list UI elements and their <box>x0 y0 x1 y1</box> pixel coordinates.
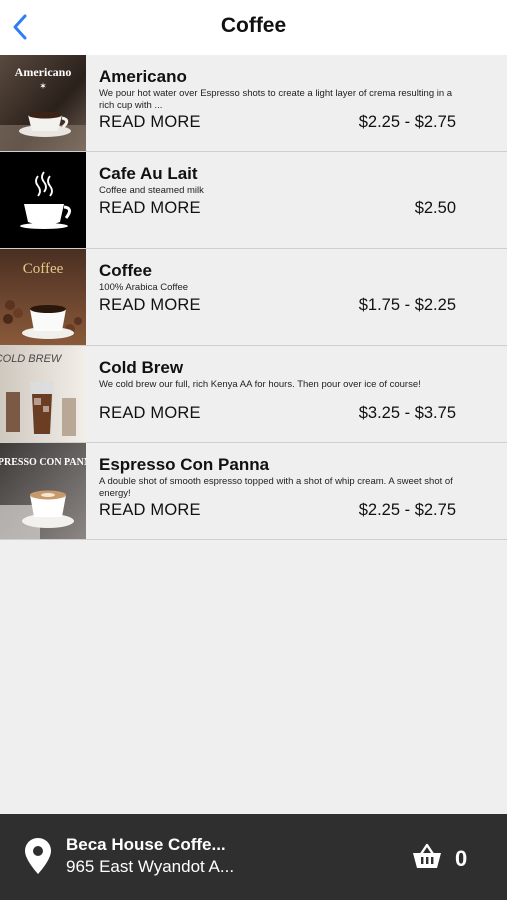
svg-text:✶: ✶ <box>39 81 47 91</box>
item-price: $2.25 - $2.75 <box>358 113 456 131</box>
menu-item-cafe-au-lait[interactable]: Cafe Au Lait Coffee and steamed milk REA… <box>0 152 507 249</box>
item-name: Coffee <box>99 261 152 280</box>
item-price: $2.50 <box>414 199 456 217</box>
menu-item-coffee[interactable]: Coffee Coffee 100% Arabica Coffee READ M… <box>0 249 507 346</box>
menu-item-cold-brew[interactable]: COLD BREW Cold Brew We cold brew our ful… <box>0 346 507 443</box>
read-more-link[interactable]: READ MORE <box>99 501 201 520</box>
item-name: Espresso Con Panna <box>99 455 270 474</box>
item-price: $3.25 - $3.75 <box>358 404 456 422</box>
menu-item-americano[interactable]: Americano ✶ Americano We pour hot water … <box>0 55 507 152</box>
read-more-link[interactable]: READ MORE <box>99 199 201 218</box>
espresso-image-text: ESPRESSO CON PANNA <box>0 457 86 468</box>
coffee-image-text: Coffee <box>23 261 64 277</box>
map-pin-icon <box>24 837 52 880</box>
nav-header: Coffee <box>0 0 507 55</box>
americano-image: Americano ✶ <box>0 55 86 151</box>
store-footer[interactable]: Beca House Coffe... 965 East Wyandot A..… <box>0 814 507 900</box>
cold-brew-image: COLD BREW <box>0 346 86 442</box>
read-more-link[interactable]: READ MORE <box>99 296 201 315</box>
item-price: $1.75 - $2.25 <box>358 296 456 314</box>
americano-image-text: Americano <box>15 65 72 79</box>
item-name: Cold Brew <box>99 358 184 377</box>
store-address: 965 East Wyandot A... <box>66 857 235 876</box>
item-description: Coffee and steamed milk <box>99 185 204 196</box>
read-more-link[interactable]: READ MORE <box>99 404 201 423</box>
item-description: We pour hot water over Espresso shots to… <box>99 88 453 111</box>
menu-item-espresso-con-panna[interactable]: ESPRESSO CON PANNA Espresso Con Panna A … <box>0 443 507 540</box>
basket-icon <box>413 843 441 868</box>
page-title: Coffee <box>220 14 287 37</box>
store-name: Beca House Coffe... <box>66 835 226 854</box>
item-name: Americano <box>99 67 187 86</box>
item-description: A double shot of smooth espresso topped … <box>99 476 453 499</box>
read-more-link[interactable]: READ MORE <box>99 113 201 132</box>
menu-list: Americano ✶ Americano We pour hot water … <box>0 55 507 540</box>
coffee-image: Coffee <box>0 249 86 345</box>
cafe-au-lait-image <box>0 152 86 248</box>
cart-count: 0 <box>455 846 468 871</box>
item-price: $2.25 - $2.75 <box>358 501 456 519</box>
item-description: 100% Arabica Coffee <box>99 282 189 293</box>
item-description: We cold brew our full, rich Kenya AA for… <box>99 379 421 390</box>
item-name: Cafe Au Lait <box>99 164 198 183</box>
espresso-con-panna-image: ESPRESSO CON PANNA <box>0 443 86 539</box>
cold-brew-image-text: COLD BREW <box>0 353 63 365</box>
